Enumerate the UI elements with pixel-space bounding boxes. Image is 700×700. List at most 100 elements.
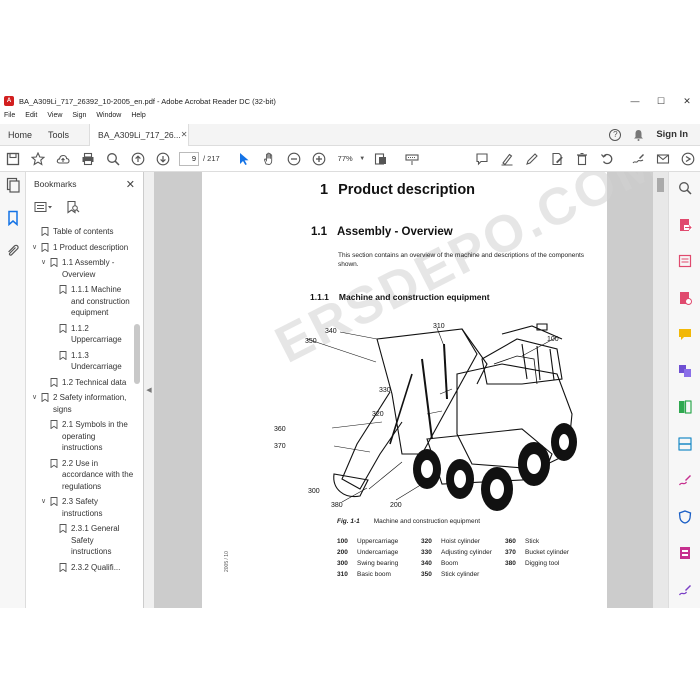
bookmark-item[interactable]: 2.2 Use in accordance with the regulatio… xyxy=(26,456,134,495)
sign-pen-icon[interactable] xyxy=(630,151,646,167)
intro-paragraph: This section contains an overview of the… xyxy=(338,252,585,268)
select-cursor-icon[interactable] xyxy=(236,151,252,167)
bookmark-item[interactable]: ∨ 2.3 Safety instructions xyxy=(26,494,134,521)
find-zoom-icon[interactable] xyxy=(105,151,121,167)
part-name: Stick xyxy=(525,538,540,545)
bookmark-item[interactable]: 1.1.3 Undercarriage xyxy=(26,348,134,375)
parts-legend-row: 320 Hoist cylinder xyxy=(421,538,492,549)
fill-and-sign-icon[interactable] xyxy=(678,473,692,487)
bookmark-item[interactable]: 2.3.2 Qualifi... xyxy=(26,560,134,576)
parts-legend-row: 100 Uppercarriage xyxy=(337,538,398,549)
find-bookmark-icon[interactable] xyxy=(66,200,80,214)
menu-help[interactable]: Help xyxy=(131,112,145,124)
document-scroll-thumb[interactable] xyxy=(657,178,664,192)
menu-file[interactable]: File xyxy=(4,112,15,124)
bookmark-star-icon[interactable] xyxy=(30,151,46,167)
bookmark-item[interactable]: 2.3.1 General Safety instructions xyxy=(26,521,134,560)
bookmark-item[interactable]: ∨ 1.1 Assembly - Overview xyxy=(26,255,134,282)
notifications-bell-icon[interactable] xyxy=(633,129,644,141)
document-view: ERSDEPO.COM 1 Product description 1.1 Asse… xyxy=(154,172,668,608)
bookmark-icon xyxy=(41,393,49,402)
scan-ocr-icon[interactable] xyxy=(678,436,692,451)
prepare-form-icon[interactable] xyxy=(678,546,692,560)
page-thumbnails-icon[interactable] xyxy=(5,177,21,193)
draw-pencil-icon[interactable] xyxy=(524,151,540,167)
close-panel-icon[interactable]: ✕ xyxy=(126,178,135,191)
highlight-pen-icon[interactable] xyxy=(499,151,515,167)
undo-rotate-icon[interactable] xyxy=(599,151,615,167)
tab-tools[interactable]: Tools xyxy=(40,124,77,146)
bookmark-item[interactable]: 1.1.1 Machine and construction equipment xyxy=(26,282,134,321)
bookmark-item[interactable]: Table of contents xyxy=(26,224,134,240)
print-icon[interactable] xyxy=(80,151,96,167)
next-page-icon[interactable] xyxy=(155,151,171,167)
parts-legend-row: 310 Basic boom xyxy=(337,571,398,582)
zoom-in-icon[interactable] xyxy=(311,151,327,167)
figure-caption: Fig. 1-1 Machine and construction equipme… xyxy=(337,518,480,525)
menu-bar: File Edit View Sign Window Help xyxy=(0,112,152,124)
organize-pages-icon[interactable] xyxy=(678,400,692,414)
maximize-button[interactable]: ☐ xyxy=(648,96,674,107)
edit-pdf-icon[interactable] xyxy=(678,291,692,305)
tab-close-icon[interactable]: ✕ xyxy=(181,130,188,139)
chevron-down-icon[interactable]: ∨ xyxy=(39,257,48,269)
share-icon[interactable] xyxy=(680,151,696,167)
protect-shield-icon[interactable] xyxy=(678,509,692,524)
bookmark-item[interactable]: 1.1.2 Uppercarriage xyxy=(26,321,134,348)
chevron-down-icon[interactable]: ∨ xyxy=(30,392,39,404)
part-number: 370 xyxy=(505,549,516,556)
figure-callout-number: 320 xyxy=(372,411,384,418)
document-scrollbar[interactable] xyxy=(653,172,668,608)
menu-view[interactable]: View xyxy=(47,112,62,124)
delete-trash-icon[interactable] xyxy=(574,151,590,167)
bookmark-options-icon[interactable] xyxy=(34,201,54,213)
email-icon[interactable] xyxy=(655,151,671,167)
heading-2-text: Assembly - Overview xyxy=(337,226,453,238)
bookmarks-panel-icon[interactable] xyxy=(5,210,21,227)
combine-files-icon[interactable] xyxy=(678,364,692,378)
part-number: 320 xyxy=(421,538,432,545)
help-icon[interactable]: ? xyxy=(609,128,622,141)
keyboard-icon[interactable] xyxy=(404,151,420,167)
hand-tool-icon[interactable] xyxy=(261,151,277,167)
page-display-icon[interactable] xyxy=(373,151,389,167)
minimize-button[interactable]: — xyxy=(622,96,648,106)
tab-home[interactable]: Home xyxy=(0,124,40,146)
part-name: Hoist cylinder xyxy=(441,538,481,545)
comment-tool-icon[interactable] xyxy=(678,327,692,341)
zoom-level-dropdown[interactable]: 77% xyxy=(331,154,359,163)
menu-window[interactable]: Window xyxy=(96,112,121,124)
bookmark-item[interactable]: 1.2 Technical data xyxy=(26,375,134,391)
attachments-paperclip-icon[interactable] xyxy=(5,243,21,259)
request-signature-icon[interactable] xyxy=(678,583,692,597)
menu-sign[interactable]: Sign xyxy=(72,112,86,124)
chevron-down-icon[interactable]: ∨ xyxy=(30,242,39,254)
comment-icon[interactable] xyxy=(474,151,490,167)
cloud-upload-icon[interactable] xyxy=(55,151,71,167)
export-pdf-icon[interactable] xyxy=(678,218,692,232)
bookmark-label: 2.2 Use in accordance with the regulatio… xyxy=(62,458,134,491)
sign-in-button[interactable]: Sign In xyxy=(656,129,688,140)
save-icon[interactable] xyxy=(5,151,21,167)
zoom-out-icon[interactable] xyxy=(286,151,302,167)
fill-sign-icon[interactable] xyxy=(549,151,565,167)
create-pdf-icon[interactable] xyxy=(678,254,692,268)
bookmark-item[interactable]: ∨ 1 Product description xyxy=(26,240,134,256)
panel-collapse-handle[interactable]: ◀ xyxy=(144,172,154,608)
heading-1-number: 1 xyxy=(320,182,329,198)
search-icon[interactable] xyxy=(678,181,692,195)
close-window-button[interactable]: ✕ xyxy=(674,96,700,107)
bookmark-item[interactable]: ∨ 2 Safety information, signs xyxy=(26,390,134,417)
page-number-input[interactable]: 9 xyxy=(179,151,199,166)
previous-page-icon[interactable] xyxy=(130,151,146,167)
bookmarks-scrollbar[interactable] xyxy=(134,324,140,384)
tab-document[interactable]: BA_A309Li_717_26... ✕ xyxy=(89,123,190,146)
heading-3-text: Machine and construction equipment xyxy=(338,292,490,302)
bookmark-item[interactable]: 2.1 Symbols in the operating instruction… xyxy=(26,417,134,456)
zoom-chevron-down-icon[interactable]: ▼ xyxy=(359,156,365,162)
heading-2-number: 1.1 xyxy=(311,226,327,238)
parts-legend-row: 200 Undercarriage xyxy=(337,549,398,560)
menu-edit[interactable]: Edit xyxy=(25,112,37,124)
chevron-down-icon[interactable]: ∨ xyxy=(39,496,48,508)
bookmark-label: 1.1.2 Uppercarriage xyxy=(71,323,122,345)
